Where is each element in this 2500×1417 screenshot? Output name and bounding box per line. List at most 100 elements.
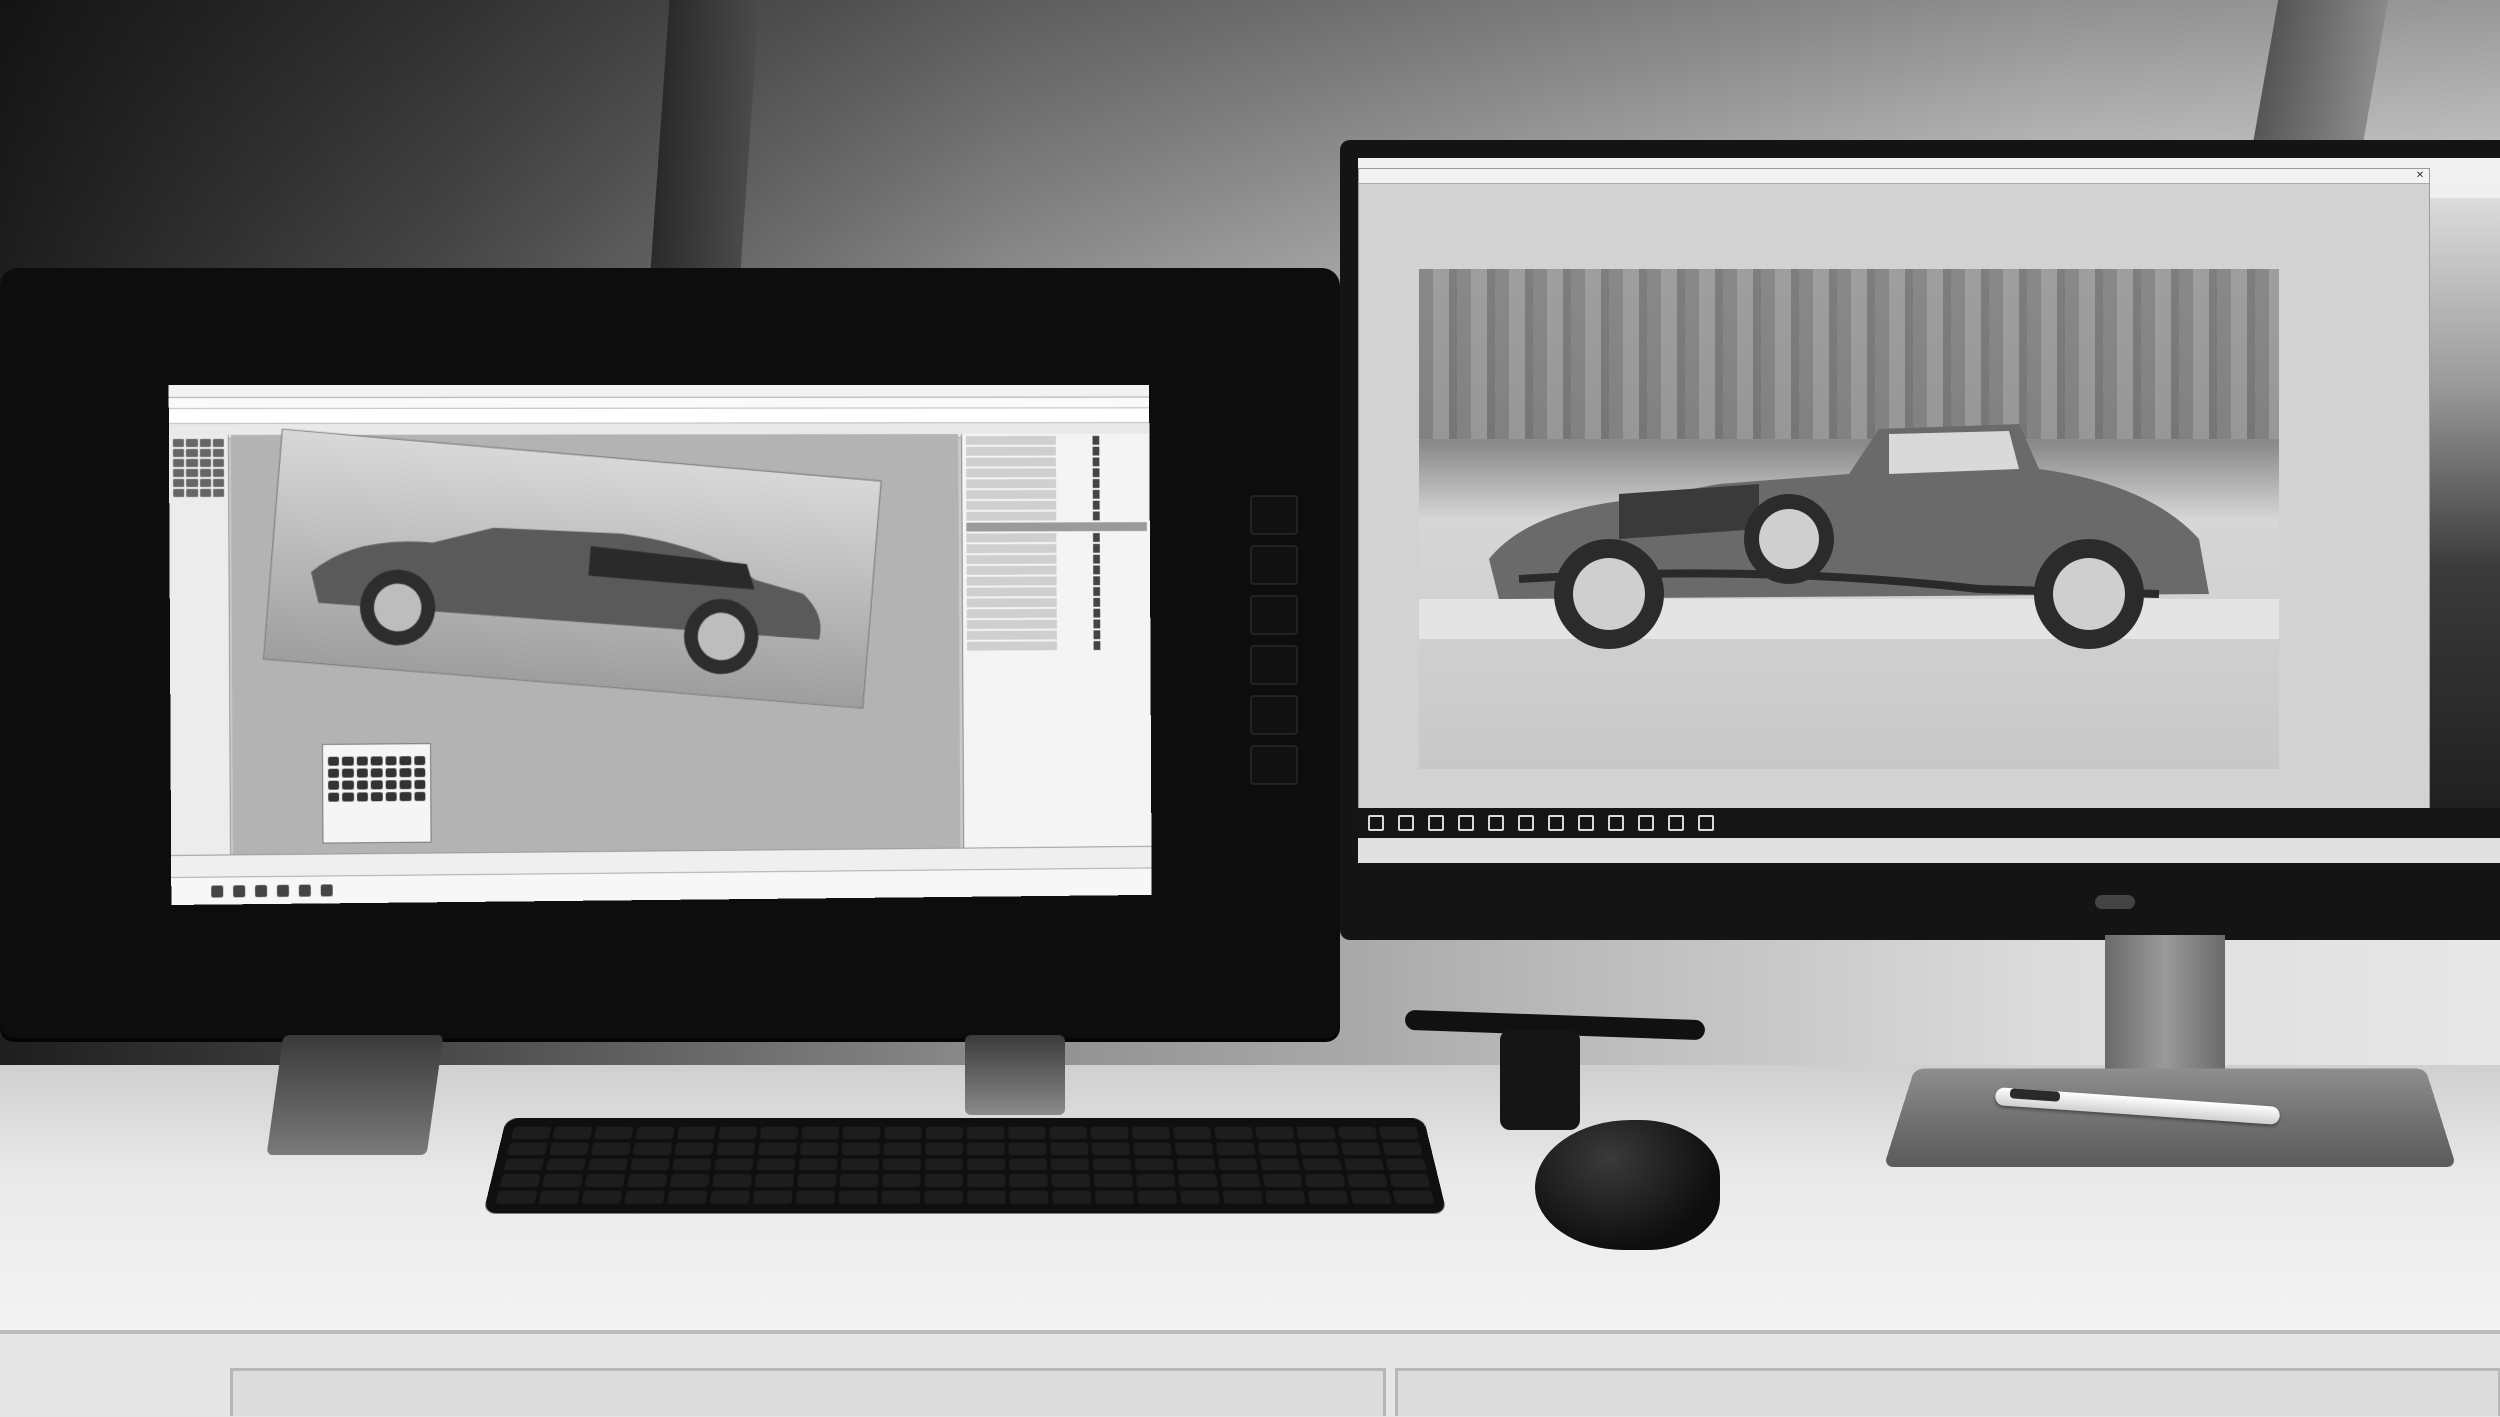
tool-icon[interactable] — [199, 478, 211, 487]
keyboard-key[interactable] — [1343, 1158, 1385, 1171]
keyboard-key[interactable] — [883, 1142, 922, 1155]
tool-icon[interactable] — [172, 448, 185, 457]
palette-tool-icon[interactable] — [371, 768, 383, 778]
express-key[interactable] — [1250, 595, 1298, 635]
palette-tool-icon[interactable] — [356, 792, 369, 802]
keyboard-key[interactable] — [799, 1142, 839, 1155]
keyboard-key[interactable] — [1350, 1190, 1392, 1204]
keyboard-key[interactable] — [1346, 1174, 1388, 1188]
keyboard-key[interactable] — [495, 1190, 538, 1204]
palette-tool-icon[interactable] — [399, 780, 412, 790]
palette-tool-icon[interactable] — [371, 792, 383, 802]
layer-row[interactable] — [966, 468, 1147, 478]
layer-row[interactable] — [966, 500, 1147, 510]
keyboard-key[interactable] — [538, 1190, 580, 1204]
keyboard-key[interactable] — [1340, 1142, 1381, 1155]
palette-tool-icon[interactable] — [413, 779, 426, 790]
palette-tool-icon[interactable] — [414, 791, 426, 801]
keyboard-key[interactable] — [511, 1126, 552, 1139]
express-key[interactable] — [1250, 545, 1298, 585]
tool-icon[interactable] — [199, 458, 211, 467]
palette-tool-icon[interactable] — [356, 768, 369, 778]
keyboard-key[interactable] — [590, 1142, 631, 1155]
keyboard-key[interactable] — [1050, 1142, 1089, 1155]
layer-row[interactable] — [966, 597, 1148, 608]
keyboard-key[interactable] — [925, 1142, 964, 1155]
tool-icon[interactable] — [173, 468, 185, 477]
keyboard-key[interactable] — [1179, 1190, 1221, 1204]
tool-icon[interactable] — [199, 448, 211, 457]
keyboard-key[interactable] — [1220, 1174, 1261, 1188]
express-key[interactable] — [1250, 645, 1298, 685]
taskbar-app-icon[interactable] — [276, 884, 289, 897]
monitor-taskbar[interactable] — [1358, 808, 2500, 838]
layer-row-selected[interactable] — [966, 522, 1147, 532]
tablet-screen[interactable] — [168, 384, 1152, 905]
tool-icon[interactable] — [173, 478, 185, 487]
keyboard[interactable] — [483, 1118, 1447, 1214]
keyboard-key[interactable] — [1299, 1142, 1340, 1155]
keyboard-key[interactable] — [759, 1126, 799, 1139]
palette-tool-icon[interactable] — [328, 792, 340, 802]
layer-row[interactable] — [965, 446, 1147, 456]
taskbar-app-icon[interactable] — [320, 883, 333, 896]
tablet-express-keys[interactable] — [1250, 495, 1298, 785]
keyboard-key[interactable] — [1337, 1126, 1378, 1139]
keyboard-key[interactable] — [841, 1142, 880, 1155]
palette-tool-icon[interactable] — [399, 756, 411, 766]
monitor-screen[interactable]: ✕ — [1358, 158, 2500, 863]
taskbar-app-icon[interactable] — [298, 884, 311, 897]
keyboard-key[interactable] — [507, 1142, 548, 1155]
layer-row[interactable] — [966, 576, 1148, 586]
layer-row[interactable] — [966, 619, 1148, 630]
keyboard-key[interactable] — [1260, 1158, 1301, 1171]
layer-row[interactable] — [966, 478, 1147, 489]
keyboard-key[interactable] — [1301, 1158, 1343, 1171]
keyboard-key[interactable] — [1296, 1126, 1336, 1139]
keyboard-key[interactable] — [1134, 1158, 1174, 1171]
keyboard-key[interactable] — [1094, 1190, 1135, 1204]
keyboard-key[interactable] — [840, 1158, 880, 1171]
keyboard-key[interactable] — [669, 1174, 710, 1188]
keyboard-key[interactable] — [1008, 1126, 1046, 1139]
keyboard-key[interactable] — [1307, 1190, 1349, 1204]
keyboard-key[interactable] — [552, 1126, 593, 1139]
taskbar-app-icon[interactable] — [1668, 815, 1684, 831]
express-key[interactable] — [1250, 745, 1298, 785]
palette-tool-icon[interactable] — [342, 768, 354, 778]
keyboard-key[interactable] — [1008, 1142, 1047, 1155]
keyboard-key[interactable] — [1172, 1126, 1212, 1139]
tool-icon[interactable] — [186, 438, 198, 447]
keyboard-key[interactable] — [542, 1174, 584, 1188]
express-key[interactable] — [1250, 495, 1298, 535]
keyboard-key[interactable] — [1216, 1142, 1256, 1155]
tool-icon[interactable] — [186, 478, 198, 487]
keyboard-key[interactable] — [842, 1126, 881, 1139]
keyboard-key[interactable] — [1093, 1174, 1133, 1188]
keyboard-key[interactable] — [924, 1158, 964, 1171]
keyboard-key[interactable] — [1092, 1158, 1132, 1171]
palette-tool-icon[interactable] — [371, 780, 383, 790]
keyboard-key[interactable] — [581, 1190, 623, 1204]
close-icon[interactable]: ✕ — [2415, 171, 2425, 181]
keyboard-key[interactable] — [884, 1126, 922, 1139]
keyboard-key[interactable] — [1385, 1158, 1427, 1171]
keyboard-key[interactable] — [882, 1174, 921, 1188]
taskbar-app-icon[interactable] — [1608, 815, 1624, 831]
search-icon[interactable] — [1398, 815, 1414, 831]
keyboard-key[interactable] — [1137, 1190, 1178, 1204]
layer-row[interactable] — [966, 543, 1148, 554]
keyboard-key[interactable] — [718, 1126, 758, 1139]
keyboard-key[interactable] — [795, 1190, 836, 1204]
palette-tool-icon[interactable] — [328, 756, 340, 766]
keyboard-key[interactable] — [1378, 1126, 1419, 1139]
keyboard-key[interactable] — [635, 1126, 675, 1139]
layer-row[interactable] — [966, 489, 1147, 500]
palette-tool-icon[interactable] — [399, 768, 411, 778]
keyboard-key[interactable] — [1178, 1174, 1218, 1188]
keyboard-key[interactable] — [594, 1126, 634, 1139]
keyboard-key[interactable] — [838, 1190, 878, 1204]
layer-row[interactable] — [966, 554, 1148, 565]
keyboard-key[interactable] — [1389, 1174, 1431, 1188]
keyboard-key[interactable] — [714, 1158, 754, 1171]
